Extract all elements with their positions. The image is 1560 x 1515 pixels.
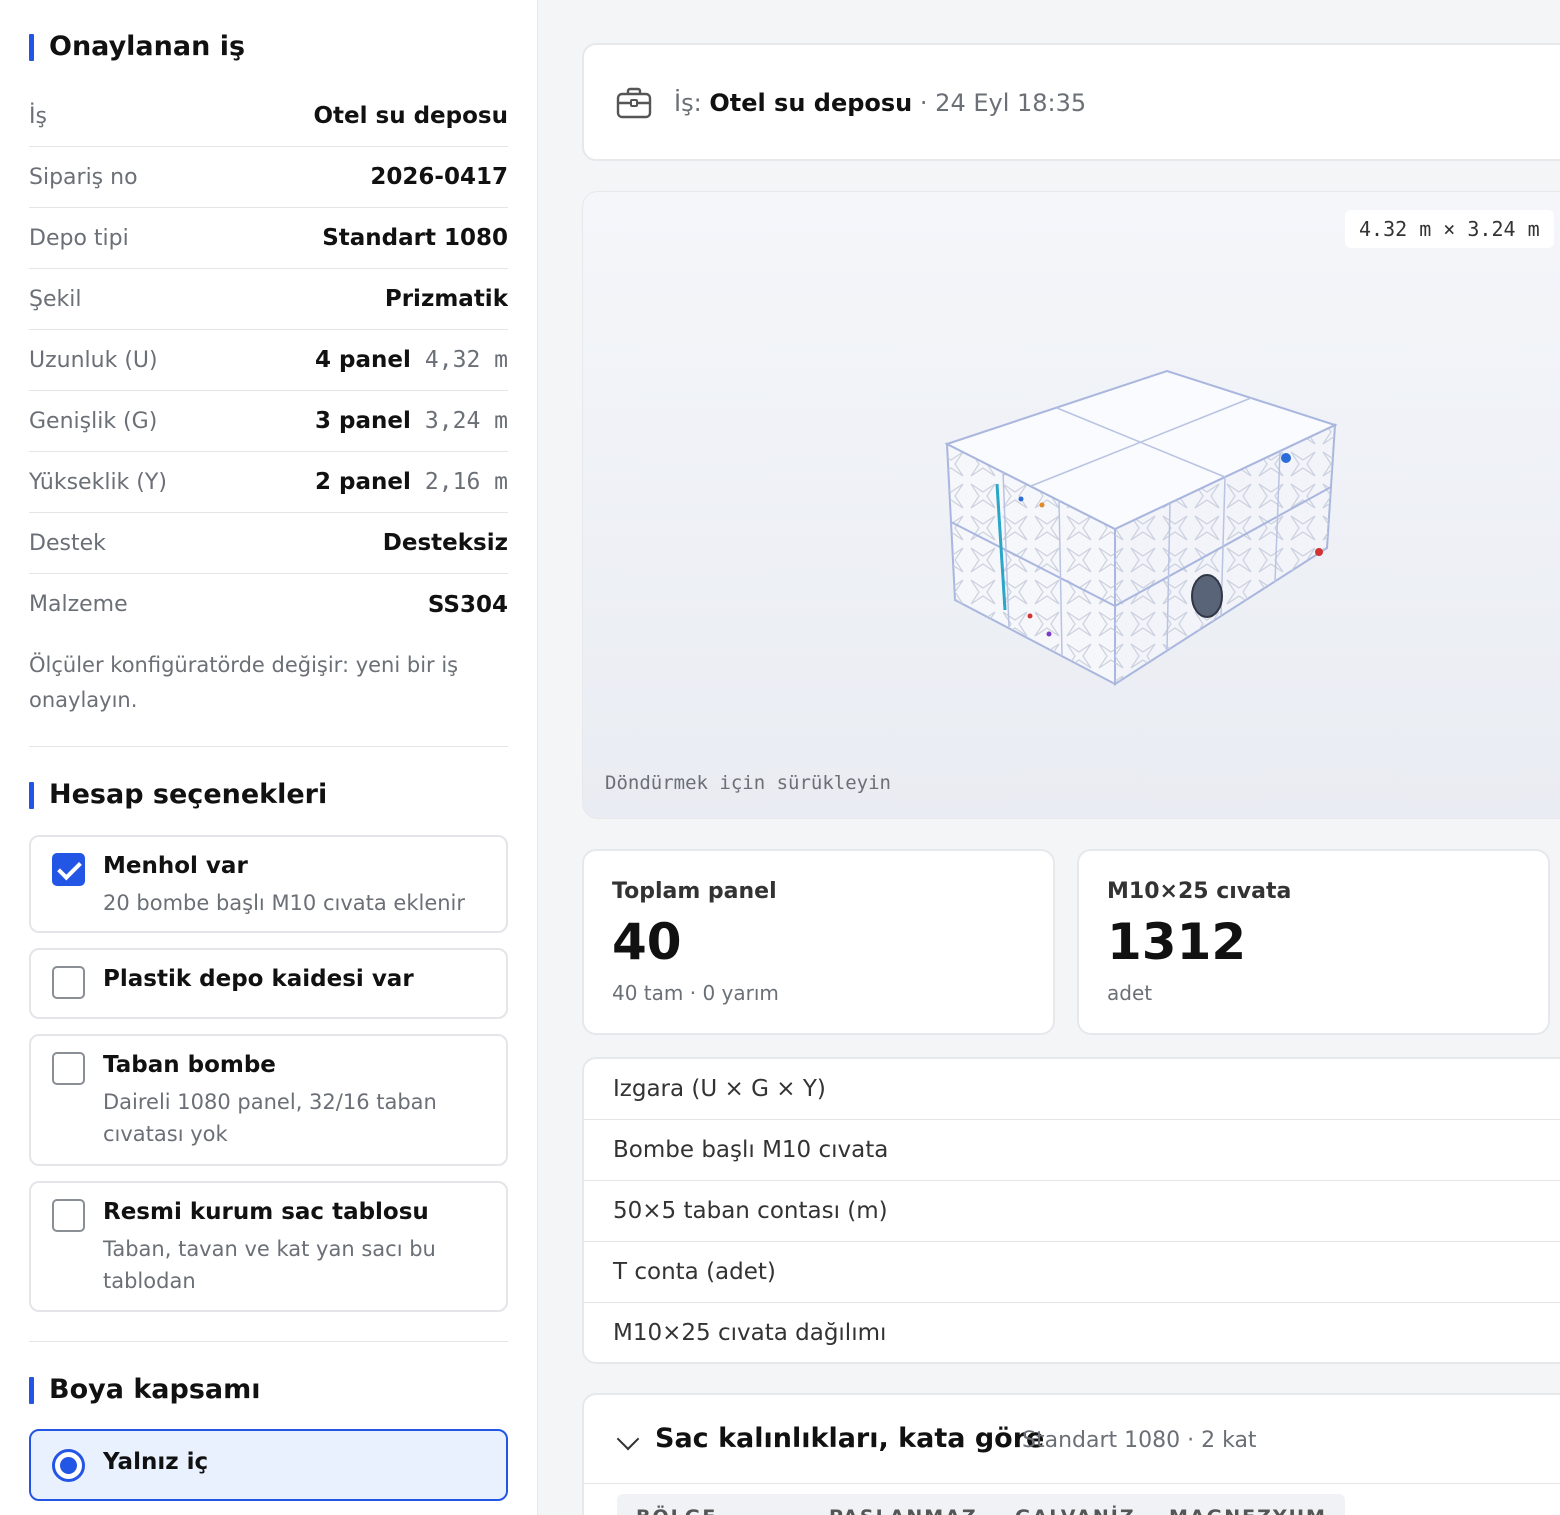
job-header-text: İş: Otel su deposu · 24 Eyl 18:35 [674,89,1086,117]
briefcase-icon [616,87,652,119]
job-header-card: İş: Otel su deposu · 24 Eyl 18:35 [582,43,1560,161]
paint-scope-title: Boya kapsamı [29,1375,261,1405]
column-header: MAGNEZYUM [1169,1506,1327,1515]
info-value: 4 panel [315,347,411,373]
stat-value: 1312 [1107,913,1247,971]
info-row-tank-type: Depo tipi Standart 1080 [29,208,508,269]
stat-sub: adet [1107,981,1153,1005]
section-divider [29,1341,508,1342]
info-label: Şekil [29,286,82,312]
info-label: Malzeme [29,592,128,617]
option-plastic-base[interactable]: Plastik depo kaidesi var [29,948,508,1019]
inside-only-radio[interactable] [52,1449,85,1482]
info-value: 3 panel [315,408,411,434]
plastic-base-checkbox[interactable] [52,966,85,999]
details-list: Izgara (U × G × Y) Bombe başlı M10 cıvat… [582,1057,1560,1364]
fitting-marker [1315,548,1323,556]
info-measure: 2,16 m [424,469,508,495]
info-value: Desteksiz [382,530,508,556]
dimensions-note: Ölçüler konfigüratörde değişir: yeni bir… [29,653,459,712]
info-value: 2 panel [315,469,411,495]
info-row-support: Destek Desteksiz [29,513,508,574]
info-label: Depo tipi [29,225,129,251]
option-title: Menhol var [103,853,248,879]
column-header: BÖLGE [636,1506,717,1515]
info-value: SS304 [427,591,508,618]
info-value-group: 4 panel 4,32 m [315,347,508,373]
section-divider [29,746,508,747]
approved-job-title: Onaylanan iş [29,32,245,62]
bottom-dome-checkbox[interactable] [52,1052,85,1085]
option-official-table[interactable]: Resmi kurum sac tablosu Taban, tavan ve … [29,1181,508,1312]
info-label: Genişlik (G) [29,408,158,434]
info-row-width: Genişlik (G) 3 panel 3,24 m [29,391,508,452]
official-table-checkbox[interactable] [52,1199,85,1232]
job-meta: · 24 Eyl 18:35 [919,89,1087,117]
thickness-subtitle: Standart 1080 · 2 kat [1022,1428,1257,1453]
info-row-height: Yükseklik (Y) 2 panel 2,16 m [29,452,508,513]
tank-3d-viewer[interactable]: 4.32 m × 3.24 m Döndürmek için sürükleyi… [582,191,1560,819]
info-value: 2026-0417 [370,164,508,190]
option-title: Resmi kurum sac tablosu [103,1199,429,1225]
column-header: PASLANMAZ [829,1506,978,1515]
stat-label: M10×25 cıvata [1107,879,1292,904]
column-header: GALVANİZ [1015,1506,1136,1515]
stat-label: Toplam panel [612,879,777,904]
radio-label: Yalnız iç [103,1449,209,1475]
info-row-job: İş Otel su deposu [29,86,508,147]
drag-to-rotate-hint: Döndürmek için sürükleyin [605,772,891,794]
thickness-table-header: BÖLGE PASLANMAZ GALVANİZ MAGNEZYUM [617,1494,1345,1515]
info-label: Yükseklik (Y) [29,469,167,495]
info-measure: 4,32 m [424,347,508,373]
list-item[interactable]: T conta (adet) [584,1242,1560,1303]
job-prefix: İş: [674,89,702,117]
bolt-count-card: M10×25 cıvata 1312 adet [1077,849,1550,1035]
stat-sub: 40 tam · 0 yarım [612,981,779,1005]
fitting-marker [1281,453,1291,463]
approved-job-table: İş Otel su deposu Sipariş no 2026-0417 D… [29,86,508,635]
info-row-material: Malzeme SS304 [29,574,508,635]
list-item[interactable]: Bombe başlı M10 cıvata [584,1120,1560,1181]
info-measure: 3,24 m [424,408,508,434]
fitting-marker [1039,502,1045,508]
stat-value: 40 [612,913,682,971]
info-value: Prizmatik [384,286,508,312]
paint-scope-option-inside-only[interactable]: Yalnız iç [29,1429,508,1501]
thickness-section: Sac kalınlıkları, kata göre Standart 108… [582,1393,1560,1515]
job-name: Otel su deposu [709,89,913,117]
info-row-order-no: Sipariş no 2026-0417 [29,147,508,208]
info-label: Uzunluk (U) [29,347,158,373]
manhole-marker [1191,574,1223,618]
list-item[interactable]: M10×25 cıvata dağılımı [584,1303,1560,1364]
option-title: Plastik depo kaidesi var [103,966,414,992]
info-label: İş [29,103,47,129]
option-title: Taban bombe [103,1052,276,1078]
left-sidebar: Onaylanan iş İş Otel su deposu Sipariş n… [0,0,538,1515]
info-value-group: 3 panel 3,24 m [315,408,508,434]
info-value: Otel su deposu [313,103,508,129]
section-divider [584,1483,1560,1484]
info-row-shape: Şekil Prizmatik [29,269,508,330]
option-desc: Daireli 1080 panel, 32/16 taban cıvatası… [103,1090,437,1146]
total-panels-card: Toplam panel 40 40 tam · 0 yarım [582,849,1055,1035]
fitting-marker [1046,631,1052,637]
fitting-marker [1027,613,1033,619]
tank-3d-model[interactable] [583,192,1560,819]
chevron-down-icon[interactable] [616,1427,640,1451]
manhole-checkbox[interactable] [52,853,85,886]
info-label: Destek [29,530,106,556]
thickness-title[interactable]: Sac kalınlıkları, kata göre [655,1423,1044,1454]
fitting-marker [1018,496,1024,502]
info-row-length: Uzunluk (U) 4 panel 4,32 m [29,330,508,391]
option-bottom-dome[interactable]: Taban bombe Daireli 1080 panel, 32/16 ta… [29,1034,508,1166]
info-value: Standart 1080 [322,225,508,251]
option-desc: Taban, tavan ve kat yan sacı bu tablodan [103,1237,436,1293]
info-label: Sipariş no [29,164,138,190]
list-item[interactable]: 50×5 taban contası (m) [584,1181,1560,1242]
calc-options-title: Hesap seçenekleri [29,780,327,810]
list-item[interactable]: Izgara (U × G × Y) [584,1059,1560,1120]
info-value-group: 2 panel 2,16 m [315,469,508,495]
option-desc: 20 bombe başlı M10 cıvata eklenir [103,891,466,915]
option-manhole[interactable]: Menhol var 20 bombe başlı M10 cıvata ekl… [29,835,508,933]
